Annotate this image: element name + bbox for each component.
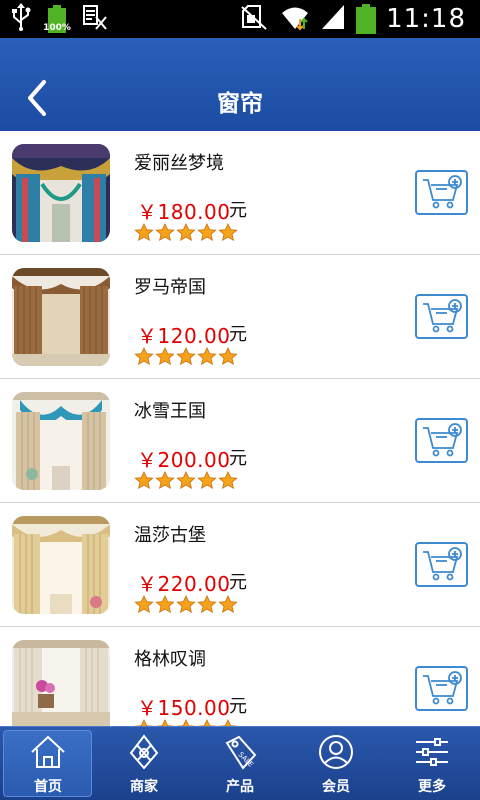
cart-add-icon — [423, 423, 462, 457]
star-icon — [218, 595, 238, 614]
product-list[interactable]: 爱丽丝梦境 ￥180.00 元 罗马帝国 ￥120.00 元 冰雪王国 ￥200… — [0, 131, 480, 726]
rating-stars — [134, 719, 238, 726]
star-icon — [176, 347, 196, 366]
star-icon — [134, 223, 154, 242]
cart-add-icon — [423, 299, 462, 333]
clock: 11:18 — [386, 4, 466, 34]
product-price: ￥180.00 — [137, 200, 231, 224]
add-to-cart-button[interactable] — [415, 542, 468, 587]
star-icon — [155, 719, 175, 726]
member-icon — [319, 735, 353, 769]
add-to-cart-button[interactable] — [415, 294, 468, 339]
tab-home-label: 首页 — [34, 779, 62, 795]
product-price: ￥200.00 — [137, 448, 231, 472]
battery-icon — [356, 4, 377, 34]
star-icon — [197, 719, 217, 726]
tab-products[interactable]: SALE 产品 — [192, 727, 288, 800]
keyboard-icon — [82, 3, 108, 35]
wifi-icon — [280, 3, 310, 35]
add-to-cart-button[interactable] — [415, 666, 468, 711]
star-icon — [197, 595, 217, 614]
star-icon — [134, 347, 154, 366]
star-icon — [134, 471, 154, 490]
page-title: 窗帘 — [217, 91, 263, 117]
cart-add-icon — [423, 671, 462, 705]
tab-member-label: 会员 — [322, 779, 350, 795]
merchant-icon — [129, 734, 159, 770]
product-image[interactable] — [12, 144, 110, 242]
product-name: 格林叹调 — [134, 649, 206, 670]
home-icon — [31, 735, 65, 768]
product-item[interactable]: 格林叹调 ￥150.00 元 — [0, 627, 480, 726]
star-icon — [155, 471, 175, 490]
star-icon — [176, 595, 196, 614]
price-unit: 元 — [229, 572, 247, 593]
bottom-tab-bar: 首页 商家 SALE 产品 会员 更多 — [0, 726, 480, 800]
tab-merchant-label: 商家 — [130, 779, 158, 795]
star-icon — [218, 719, 238, 726]
star-icon — [155, 347, 175, 366]
price-unit: 元 — [229, 696, 247, 717]
rating-stars — [134, 223, 238, 242]
star-icon — [155, 595, 175, 614]
product-image[interactable] — [12, 392, 110, 490]
price-unit: 元 — [229, 324, 247, 345]
app-header: 窗帘 — [0, 38, 480, 131]
tab-member[interactable]: 会员 — [288, 727, 384, 800]
rating-stars — [134, 471, 238, 490]
rating-stars — [134, 347, 238, 366]
no-sim-icon — [240, 3, 270, 35]
tab-products-label: 产品 — [226, 779, 254, 795]
star-icon — [218, 347, 238, 366]
product-image[interactable] — [12, 268, 110, 366]
product-name: 冰雪王国 — [134, 401, 206, 422]
app-screen: { "status_bar": { "battery_small_label":… — [0, 0, 480, 800]
signal-icon — [320, 3, 346, 35]
product-price: ￥220.00 — [137, 572, 231, 596]
product-image[interactable] — [12, 640, 110, 726]
star-icon — [197, 347, 217, 366]
star-icon — [176, 471, 196, 490]
star-icon — [134, 595, 154, 614]
product-item[interactable]: 冰雪王国 ￥200.00 元 — [0, 379, 480, 503]
status-bar: 100% 11:18 — [0, 0, 480, 38]
sale-tag-icon: SALE — [225, 735, 257, 770]
more-sliders-icon — [416, 738, 448, 766]
star-icon — [218, 471, 238, 490]
star-icon — [176, 223, 196, 242]
star-icon — [176, 719, 196, 726]
product-price: ￥150.00 — [137, 696, 231, 720]
rating-stars — [134, 595, 238, 614]
cart-add-icon — [423, 175, 462, 209]
tab-more[interactable]: 更多 — [384, 727, 480, 800]
price-unit: 元 — [229, 448, 247, 469]
add-to-cart-button[interactable] — [415, 170, 468, 215]
tab-home[interactable]: 首页 — [0, 727, 96, 800]
product-item[interactable]: 爱丽丝梦境 ￥180.00 元 — [0, 131, 480, 255]
price-unit: 元 — [229, 200, 247, 221]
tab-merchant[interactable]: 商家 — [96, 727, 192, 800]
star-icon — [134, 719, 154, 726]
star-icon — [218, 223, 238, 242]
tab-more-label: 更多 — [418, 779, 446, 795]
add-to-cart-button[interactable] — [415, 418, 468, 463]
cart-add-icon — [423, 547, 462, 581]
product-price: ￥120.00 — [137, 324, 231, 348]
product-name: 爱丽丝梦境 — [134, 153, 224, 174]
battery-percent: 100% — [43, 23, 71, 33]
star-icon — [197, 223, 217, 242]
product-name: 罗马帝国 — [134, 277, 206, 298]
product-image[interactable] — [12, 516, 110, 614]
usb-icon — [10, 3, 32, 35]
product-item[interactable]: 罗马帝国 ￥120.00 元 — [0, 255, 480, 379]
star-icon — [197, 471, 217, 490]
product-name: 温莎古堡 — [134, 525, 206, 546]
battery-full-icon: 100% — [43, 5, 71, 33]
product-item[interactable]: 温莎古堡 ￥220.00 元 — [0, 503, 480, 627]
star-icon — [155, 223, 175, 242]
